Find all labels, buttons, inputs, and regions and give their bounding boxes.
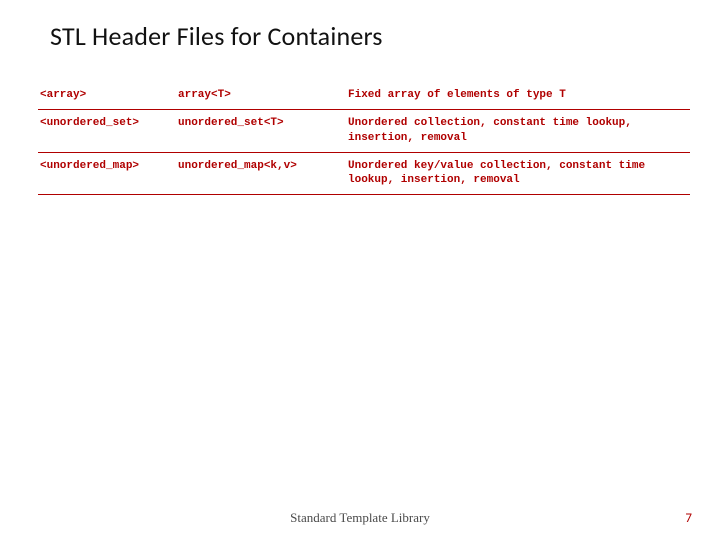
table-row: <unordered_map> unordered_map<k,v> Unord…	[38, 152, 690, 195]
cell-header: <array>	[38, 82, 176, 109]
stl-table: <array> array<T> Fixed array of elements…	[38, 82, 690, 222]
cell-header: <unordered_set>	[38, 109, 176, 152]
cell-template: array<T>	[176, 82, 346, 109]
cell-empty	[38, 195, 176, 222]
cell-desc: Unordered collection, constant time look…	[346, 109, 690, 152]
cell-desc: Unordered key/value collection, constant…	[346, 152, 690, 195]
page-number: 7	[685, 511, 692, 526]
cell-empty	[346, 195, 690, 222]
table-row: <unordered_set> unordered_set<T> Unorder…	[38, 109, 690, 152]
cell-header: <unordered_map>	[38, 152, 176, 195]
slide: STL Header Files for Containers <array> …	[0, 0, 720, 540]
table-row-empty	[38, 195, 690, 222]
slide-title: STL Header Files for Containers	[50, 20, 690, 52]
cell-template: unordered_map<k,v>	[176, 152, 346, 195]
cell-template: unordered_set<T>	[176, 109, 346, 152]
footer-text: Standard Template Library	[290, 510, 430, 526]
table-row: <array> array<T> Fixed array of elements…	[38, 82, 690, 109]
cell-desc: Fixed array of elements of type T	[346, 82, 690, 109]
cell-empty	[176, 195, 346, 222]
container-table: <array> array<T> Fixed array of elements…	[38, 82, 690, 222]
